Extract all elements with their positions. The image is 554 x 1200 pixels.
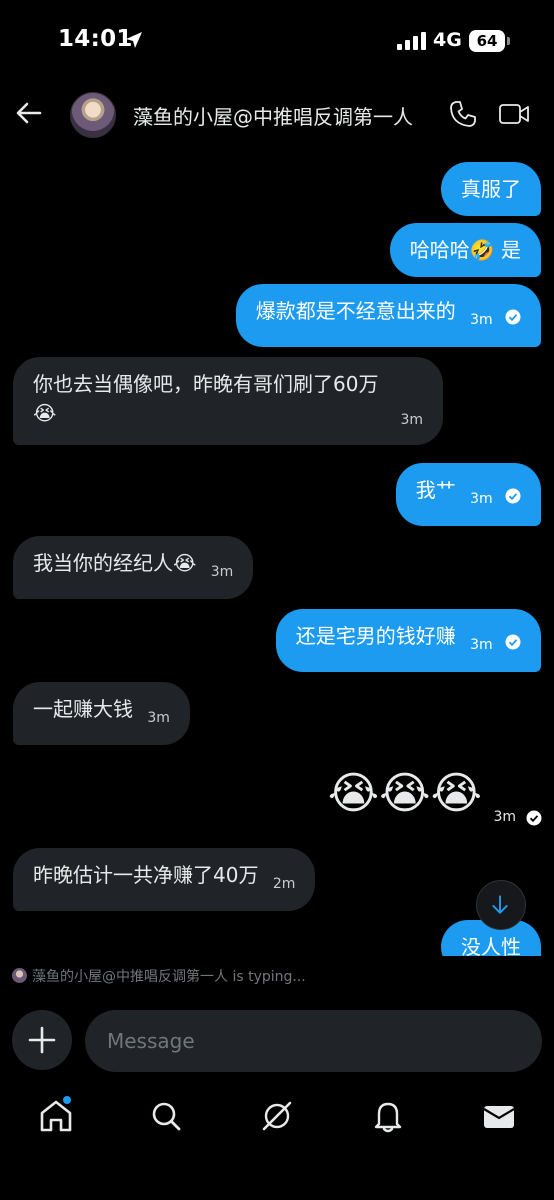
chat-header: 藻鱼的小屋@中推唱反调第一人	[0, 84, 554, 146]
message-text: 昨晚估计一共净赚了40万	[33, 863, 259, 887]
typing-avatar	[12, 968, 27, 983]
message-timestamp: 3m	[470, 491, 493, 507]
message-bubble-outgoing[interactable]: 爆款都是不经意出来的 3m	[235, 284, 541, 347]
battery-cap	[507, 37, 510, 45]
notifications-icon[interactable]	[370, 1098, 406, 1134]
scroll-to-bottom-button[interactable]	[476, 880, 526, 930]
message-input[interactable]	[85, 1010, 542, 1072]
search-icon[interactable]	[148, 1098, 184, 1134]
grok-icon[interactable]	[259, 1098, 295, 1134]
battery-indicator: 64	[469, 30, 505, 52]
conversation-title[interactable]: 藻鱼的小屋@中推唱反调第一人	[133, 101, 413, 130]
crying-emoji-glyph: 😭	[33, 401, 57, 425]
message-timestamp: 3m	[493, 809, 516, 825]
message-bubble-outgoing[interactable]: 我艹 3m	[395, 463, 541, 526]
message-list[interactable]: 真服了 哈哈哈🤣 是 爆款都是不经意出来的 3m 你也去当偶像吧，昨晚有哥们刷了…	[0, 146, 554, 956]
message-text: 😭😭😭	[327, 768, 482, 819]
crying-emoji: 😭	[33, 398, 423, 428]
message-timestamp: 3m	[400, 412, 423, 428]
message-text: 哈哈哈🤣 是	[409, 238, 521, 262]
read-check-icon	[505, 309, 521, 325]
typing-text: 藻鱼的小屋@中推唱反调第一人 is typing...	[32, 969, 306, 985]
read-check-icon	[505, 634, 521, 650]
message-bubble-incoming[interactable]: 一起赚大钱 3m	[13, 682, 190, 745]
message-bubble-outgoing[interactable]: 真服了	[441, 162, 541, 216]
message-text: 爆款都是不经意出来的	[255, 299, 456, 323]
message-timestamp: 3m	[470, 312, 493, 328]
message-bubble-incoming[interactable]: 你也去当偶像吧，昨晚有哥们刷了60万 😭 3m	[13, 357, 443, 445]
read-check-icon	[505, 488, 521, 504]
home-notification-dot	[62, 1095, 72, 1105]
message-bubble-outgoing[interactable]: 哈哈哈🤣 是	[389, 223, 541, 277]
message-timestamp: 3m	[470, 637, 493, 653]
location-arrow-icon	[126, 32, 142, 48]
arrow-down-icon	[492, 895, 508, 914]
message-text: 我当你的经纪人	[33, 551, 173, 575]
status-time: 14:01	[58, 26, 133, 52]
messages-icon[interactable]	[481, 1098, 517, 1134]
message-timestamp: 3m	[147, 710, 170, 726]
message-bubble-incoming[interactable]: 我当你的经纪人😭 3m	[13, 536, 254, 599]
message-text: 你也去当偶像吧，昨晚有哥们刷了60万	[33, 372, 379, 396]
emoji-message[interactable]: 😭😭😭	[328, 770, 482, 818]
status-bar: 14:01 4G 64	[0, 0, 554, 84]
cellular-signal-icon	[397, 32, 426, 50]
crying-emoji: 😭	[173, 551, 197, 575]
message-timestamp: 3m	[210, 564, 234, 580]
message-text: 真服了	[461, 177, 521, 201]
message-text: 一起赚大钱	[33, 697, 133, 721]
typing-indicator: 藻鱼的小屋@中推唱反调第一人 is typing...	[12, 966, 306, 986]
message-timestamp: 2m	[272, 876, 296, 892]
message-text: 还是宅男的钱好赚	[295, 624, 456, 648]
video-call-icon[interactable]	[498, 101, 530, 127]
add-attachment-button[interactable]	[12, 1010, 72, 1070]
plus-icon	[28, 1026, 56, 1054]
message-text: 没人性	[461, 935, 521, 956]
message-bubble-outgoing[interactable]: 还是宅男的钱好赚 3m	[275, 609, 541, 672]
read-check-icon	[526, 810, 542, 826]
conversation-avatar[interactable]	[70, 92, 116, 138]
message-text: 我艹	[415, 478, 456, 502]
back-arrow-icon[interactable]	[14, 98, 44, 128]
network-type: 4G	[433, 29, 462, 51]
phone-call-icon[interactable]	[448, 99, 478, 129]
message-bubble-incoming[interactable]: 昨晚估计一共净赚了40万 2m	[13, 848, 316, 911]
